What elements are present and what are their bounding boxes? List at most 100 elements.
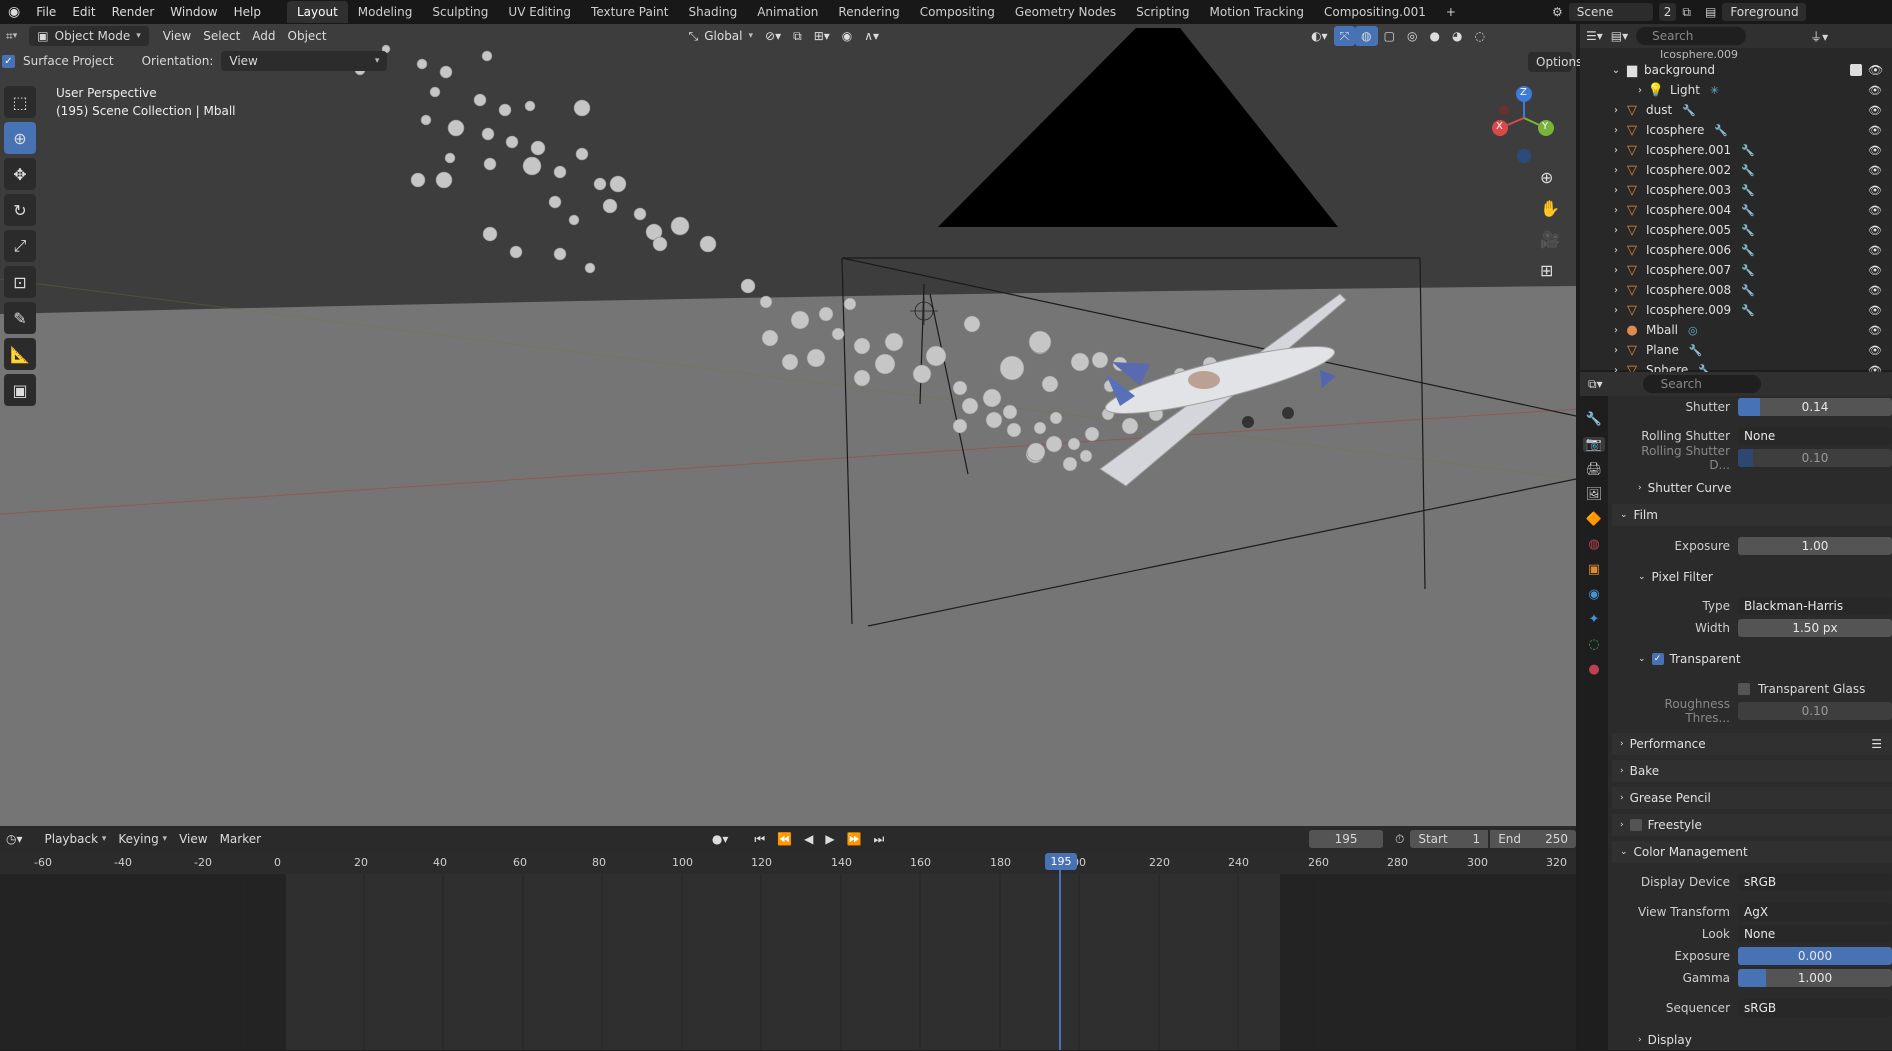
transform-orientation-dropdown[interactable]: ⤡ Global ▾ xyxy=(683,26,759,46)
visibility-eye-icon[interactable]: 👁 xyxy=(1868,104,1882,117)
shading-material-icon[interactable]: ◕ xyxy=(1446,26,1468,46)
scene-tab-icon[interactable]: 🔶 xyxy=(1586,512,1602,527)
visibility-eye-icon[interactable]: 👁 xyxy=(1868,324,1882,337)
rolling-duration-field[interactable]: 0.10 xyxy=(1738,449,1892,467)
tab-compositing-001[interactable]: Compositing.001 xyxy=(1314,1,1436,23)
pivot-icon[interactable]: ⊘▾ xyxy=(759,26,787,46)
presets-list-icon[interactable]: ☰ xyxy=(1871,737,1882,751)
shading-wireframe-icon[interactable]: ◎ xyxy=(1401,26,1423,46)
modifier-icon[interactable]: 🔧 xyxy=(1741,244,1755,257)
expand-chevron-icon[interactable]: ⌄ xyxy=(1608,62,1624,78)
viewport-scene[interactable] xyxy=(0,24,1576,826)
display-device-dropdown[interactable]: sRGB xyxy=(1738,873,1892,891)
menu-select[interactable]: Select xyxy=(197,26,246,46)
xray-icon[interactable]: ▢ xyxy=(1378,26,1401,46)
expand-chevron-icon[interactable]: › xyxy=(1608,242,1624,258)
outliner-item[interactable]: › ● Mball ◎ 👁 xyxy=(1580,320,1892,340)
tab-layout[interactable]: Layout xyxy=(286,1,348,23)
color-management-section[interactable]: ⌄ Color Management xyxy=(1612,841,1892,863)
output-tab-icon[interactable]: 🖨 xyxy=(1586,462,1603,477)
new-scene-icon[interactable]: ⧉ xyxy=(1682,5,1691,20)
auto-key-icon[interactable]: ●▾ xyxy=(706,829,735,849)
snap-target-icon[interactable]: ⊞▾ xyxy=(808,26,836,46)
tab-uv-editing[interactable]: UV Editing xyxy=(498,1,581,23)
outliner-item[interactable]: › ▽ Icosphere.008 🔧 👁 xyxy=(1580,280,1892,300)
expand-chevron-icon[interactable]: › xyxy=(1608,282,1624,298)
visibility-eye-icon[interactable]: 👁 xyxy=(1868,124,1882,137)
include-checkbox[interactable] xyxy=(1850,64,1862,76)
3d-viewport[interactable] xyxy=(0,24,1576,826)
expand-chevron-icon[interactable]: › xyxy=(1608,322,1624,338)
shading-rendered-icon[interactable]: ◌ xyxy=(1468,26,1490,46)
outliner-item[interactable]: › ▽ Icosphere.007 🔧 👁 xyxy=(1580,260,1892,280)
tab-texture-paint[interactable]: Texture Paint xyxy=(581,1,678,23)
expand-chevron-icon[interactable]: › xyxy=(1608,122,1624,138)
snap-icon[interactable]: ⧉ xyxy=(787,26,808,46)
surface-project-checkbox[interactable]: ✓ xyxy=(2,54,15,68)
timeline-editor-icon[interactable]: ◷▾ xyxy=(0,829,29,849)
visibility-eye-icon[interactable]: 👁 xyxy=(1868,264,1882,277)
expand-chevron-icon[interactable]: › xyxy=(1608,142,1624,158)
scene-name-field[interactable]: Scene xyxy=(1568,3,1653,21)
expand-chevron-icon[interactable]: › xyxy=(1608,102,1624,118)
cursor-tool-icon[interactable]: ⊕ xyxy=(4,122,36,154)
expand-chevron-icon[interactable]: › xyxy=(1608,342,1624,358)
add-cube-tool-icon[interactable]: ▣ xyxy=(4,374,36,406)
look-dropdown[interactable]: None xyxy=(1738,925,1892,943)
modifier-icon[interactable]: 🔧 xyxy=(1689,344,1703,357)
modifier-icon[interactable]: 🔧 xyxy=(1682,104,1696,117)
menu-marker[interactable]: Marker xyxy=(214,829,267,849)
modifier-icon[interactable]: 🔧 xyxy=(1741,164,1755,177)
visibility-eye-icon[interactable]: 👁 xyxy=(1868,284,1882,297)
outliner-search-input[interactable]: Search xyxy=(1636,27,1747,45)
visibility-icon[interactable]: ◐▾ xyxy=(1305,26,1334,46)
expand-chevron-icon[interactable]: › xyxy=(1632,82,1648,98)
filter-icon[interactable]: ⏚▾ xyxy=(1810,28,1828,45)
preview-range-icon[interactable]: ⏱ xyxy=(1389,829,1410,849)
move-tool-icon[interactable]: ✥ xyxy=(4,158,36,190)
pan-hand-icon[interactable]: ✋ xyxy=(1540,199,1560,218)
expand-chevron-icon[interactable]: › xyxy=(1608,182,1624,198)
grease-pencil-section[interactable]: › Grease Pencil xyxy=(1612,787,1892,809)
menu-window[interactable]: Window xyxy=(162,0,225,24)
visibility-eye-icon[interactable]: 👁 xyxy=(1868,84,1882,97)
play-reverse-icon[interactable]: ◀ xyxy=(798,829,819,849)
outliner-item[interactable]: › ▽ Icosphere.004 🔧 👁 xyxy=(1580,200,1892,220)
gizmo-toggle-icon[interactable]: ⤧ xyxy=(1333,26,1356,46)
current-frame-field[interactable]: 195 xyxy=(1309,830,1383,848)
play-icon[interactable]: ▶ xyxy=(819,829,840,849)
rotate-tool-icon[interactable]: ↻ xyxy=(4,194,36,226)
transparent-glass-checkbox[interactable] xyxy=(1738,683,1750,695)
tab-motion-tracking[interactable]: Motion Tracking xyxy=(1200,1,1314,23)
tab-rendering[interactable]: Rendering xyxy=(828,1,909,23)
overlays-icon[interactable]: ◍ xyxy=(1355,26,1378,46)
visibility-eye-icon[interactable]: 👁 xyxy=(1868,164,1882,177)
next-keyframe-icon[interactable]: ⏩ xyxy=(841,829,868,849)
jump-end-icon[interactable]: ⏭ xyxy=(868,829,891,849)
jump-start-icon[interactable]: ⏮ xyxy=(748,829,771,849)
menu-keying[interactable]: Keying ▾ xyxy=(112,829,173,849)
sequencer-dropdown[interactable]: sRGB xyxy=(1738,999,1892,1017)
editor-type-icon[interactable]: ⌗ ▾ xyxy=(0,26,23,46)
playhead-badge[interactable]: 195 xyxy=(1045,853,1077,870)
view-layer-field[interactable]: Foreground xyxy=(1722,3,1807,21)
outliner-item[interactable]: › ▽ Plane 🔧 👁 xyxy=(1580,340,1892,360)
visibility-eye-icon[interactable]: 👁 xyxy=(1868,144,1882,157)
particles-tab-icon[interactable]: ✦ xyxy=(1589,612,1600,627)
expand-chevron-icon[interactable]: › xyxy=(1608,162,1624,178)
visibility-eye-icon[interactable]: 👁 xyxy=(1868,244,1882,257)
outliner-item[interactable]: › 💡 Light ✳ 👁 xyxy=(1580,80,1892,100)
filter-type-dropdown[interactable]: Blackman-Harris xyxy=(1738,597,1892,615)
visibility-eye-icon[interactable]: 👁 xyxy=(1868,63,1883,77)
camera-view-icon[interactable]: 🎥 xyxy=(1540,230,1560,249)
tab-scripting[interactable]: Scripting xyxy=(1126,1,1199,23)
expand-chevron-icon[interactable]: › xyxy=(1608,302,1624,318)
outliner-item[interactable]: › ▽ Icosphere.001 🔧 👁 xyxy=(1580,140,1892,160)
pixel-filter-section[interactable]: ⌄ Pixel Filter xyxy=(1612,566,1892,588)
outliner-item[interactable]: › ▽ Icosphere.005 🔧 👁 xyxy=(1580,220,1892,240)
shutter-field[interactable]: 0.14 xyxy=(1738,398,1892,416)
menu-add[interactable]: Add xyxy=(246,26,281,46)
filter-width-field[interactable]: 1.50 px xyxy=(1738,619,1892,637)
start-frame-field[interactable]: Start 1 xyxy=(1410,830,1489,848)
outliner-item[interactable]: › ▽ Icosphere.003 🔧 👁 xyxy=(1580,180,1892,200)
